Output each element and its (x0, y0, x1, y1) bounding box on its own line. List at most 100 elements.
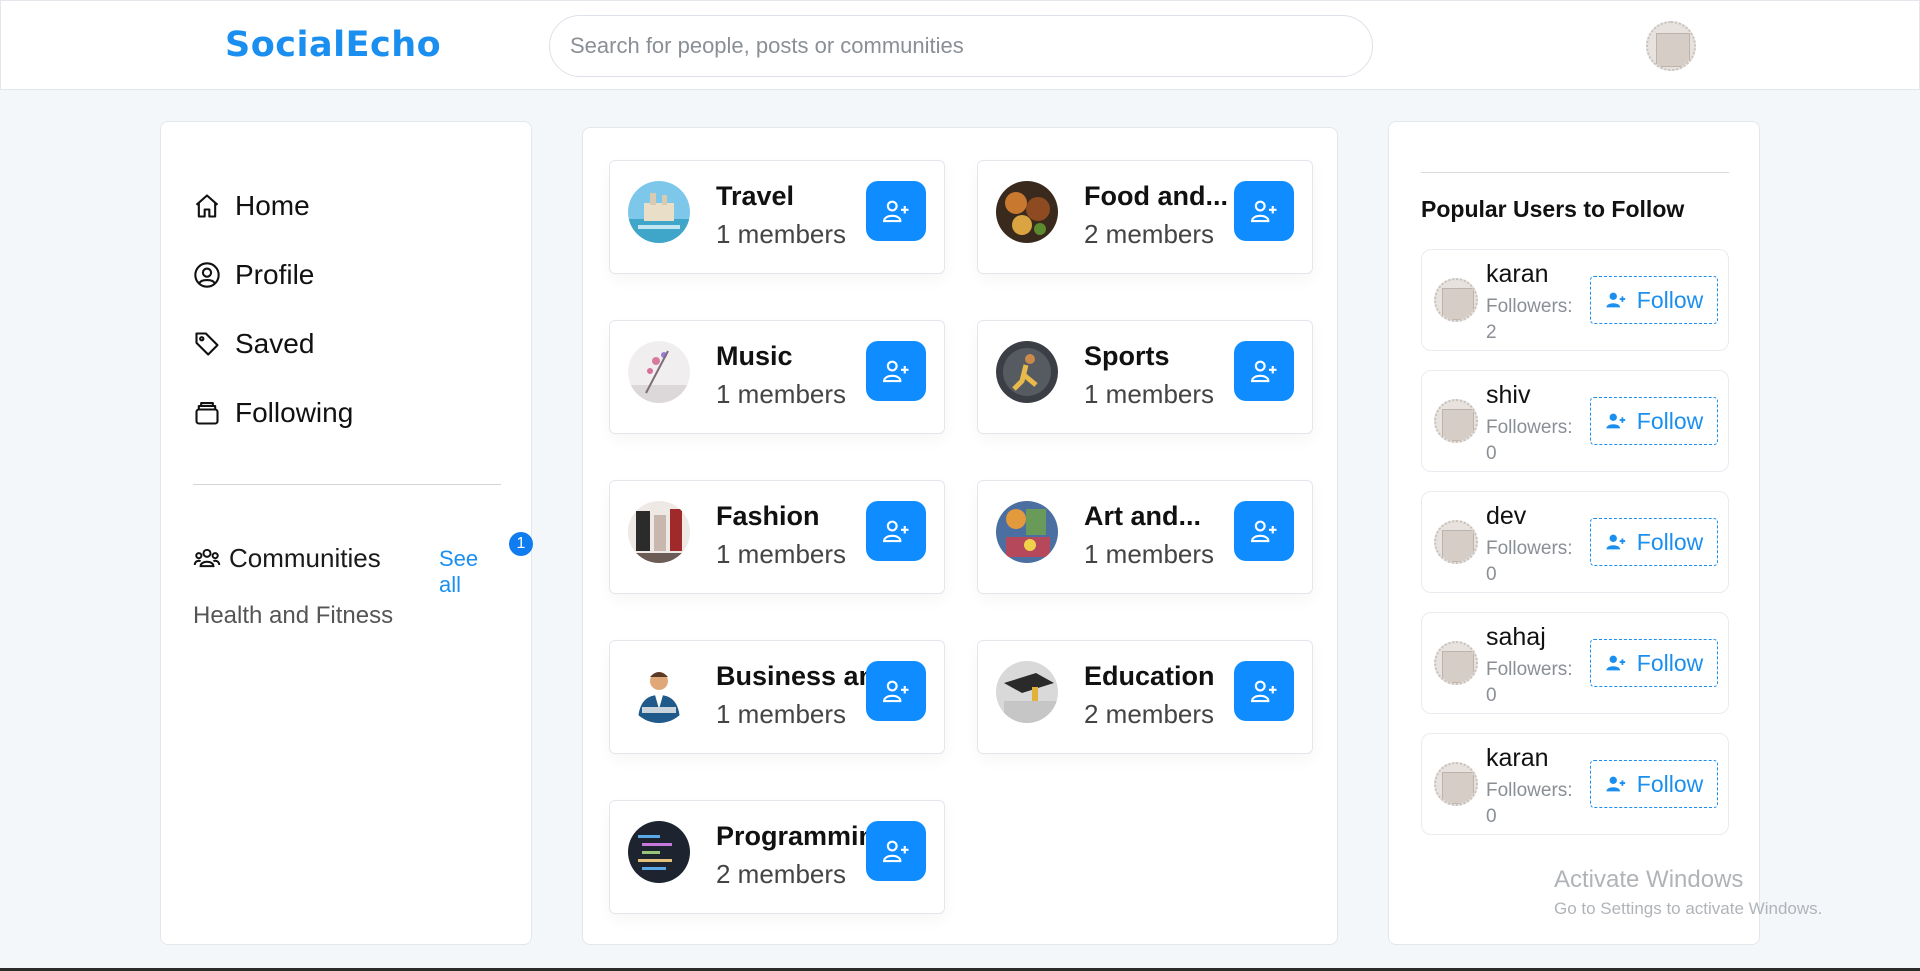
fashion-image (628, 501, 690, 563)
user-plus-icon (1251, 200, 1277, 223)
nav-label: Following (235, 397, 354, 428)
join-community-button[interactable] (1234, 661, 1294, 721)
user-plus-icon (883, 200, 909, 223)
programming-image (628, 821, 690, 883)
user-plus-icon (1606, 292, 1625, 308)
folder-stack-icon (195, 402, 219, 425)
user-avatar[interactable] (1434, 762, 1478, 806)
user-name[interactable]: karan (1486, 260, 1549, 289)
join-community-button[interactable] (866, 341, 926, 401)
user-name[interactable]: karan (1486, 744, 1549, 773)
user-avatar[interactable] (1434, 520, 1478, 564)
user-name[interactable]: dev (1486, 502, 1526, 531)
community-card[interactable]: Food and... 2 members (977, 160, 1313, 274)
popular-users-panel: Popular Users to Follow karan Followers:… (1388, 121, 1760, 945)
join-community-button[interactable] (1234, 341, 1294, 401)
user-avatar[interactable] (1434, 641, 1478, 685)
user-plus-icon (1606, 655, 1625, 671)
nav-item-home[interactable]: Home (193, 186, 310, 226)
community-members: 2 members (1084, 219, 1215, 249)
user-avatar[interactable] (1434, 278, 1478, 322)
community-name: Education (1084, 661, 1215, 691)
communities-label: Communities (229, 542, 381, 573)
user-avatar[interactable] (1434, 399, 1478, 443)
community-name: Food and... (1084, 181, 1228, 211)
user-plus-icon (883, 520, 909, 543)
profile-avatar[interactable] (1646, 21, 1696, 71)
music-image (628, 341, 690, 403)
community-members: 1 members (716, 699, 847, 729)
tag-icon (195, 332, 219, 356)
followers-label: Followers: (1486, 659, 1573, 680)
community-members: 2 members (1084, 699, 1215, 729)
app-logo[interactable]: SocialEcho (225, 25, 441, 65)
user-card: karan Followers: 0 Follow (1421, 733, 1729, 835)
community-name: Sports (1084, 341, 1170, 371)
nav-item-profile[interactable]: Profile (193, 255, 314, 295)
activate-windows-title: Activate Windows (1554, 866, 1744, 893)
popular-users-title: Popular Users to Follow (1421, 196, 1685, 222)
join-community-button[interactable] (866, 661, 926, 721)
user-plus-icon (1251, 680, 1277, 703)
join-community-button[interactable] (866, 821, 926, 881)
joined-community-item[interactable]: Health and Fitness (193, 602, 393, 630)
followers-count: 0 (1486, 685, 1497, 706)
join-community-button[interactable] (866, 501, 926, 561)
nav-label: Home (235, 190, 310, 221)
community-card[interactable]: Programming 2 members (609, 800, 945, 914)
follow-button[interactable]: Follow (1590, 639, 1718, 687)
followers-label: Followers: (1486, 780, 1573, 801)
community-name: Business and (716, 661, 886, 691)
community-name: Music (716, 341, 793, 371)
art-image (996, 501, 1058, 563)
follow-button[interactable]: Follow (1590, 397, 1718, 445)
follow-button[interactable]: Follow (1590, 760, 1718, 808)
user-card: sahaj Followers: 0 Follow (1421, 612, 1729, 714)
community-card[interactable]: Art and... 1 members (977, 480, 1313, 594)
join-community-button[interactable] (866, 181, 926, 241)
followers-count: 2 (1486, 322, 1497, 343)
home-icon (195, 194, 219, 218)
community-card[interactable]: Education 2 members (977, 640, 1313, 754)
user-card: dev Followers: 0 Follow (1421, 491, 1729, 593)
user-plus-icon (1251, 360, 1277, 383)
follow-label: Follow (1636, 528, 1704, 555)
search-input[interactable] (549, 15, 1373, 77)
followers-label: Followers: (1486, 296, 1573, 317)
see-all-link[interactable]: See all (439, 546, 501, 598)
community-name: Travel (716, 181, 795, 211)
community-members: 1 members (716, 539, 847, 569)
join-community-button[interactable] (1234, 181, 1294, 241)
user-name[interactable]: shiv (1486, 381, 1530, 410)
community-card[interactable]: Travel 1 members (609, 160, 945, 274)
follow-label: Follow (1636, 770, 1704, 797)
community-card[interactable]: Business and 1 members (609, 640, 945, 754)
community-name: Programming (716, 821, 886, 851)
follow-button[interactable]: Follow (1590, 276, 1718, 324)
community-card[interactable]: Sports 1 members (977, 320, 1313, 434)
followers-label: Followers: (1486, 417, 1573, 438)
user-plus-icon (1606, 413, 1625, 429)
user-plus-icon (1251, 520, 1277, 543)
left-sidebar: Home Profile Saved Following Communities… (160, 121, 533, 945)
communities-grid: Travel 1 members Food and... 2 members M… (582, 127, 1338, 945)
followers-count: 0 (1486, 443, 1497, 464)
users-group-icon (193, 548, 221, 568)
community-members: 1 members (1084, 379, 1215, 409)
nav-item-saved[interactable]: Saved (193, 324, 314, 364)
travel-image (628, 181, 690, 243)
user-name[interactable]: sahaj (1486, 623, 1546, 652)
community-members: 1 members (716, 379, 847, 409)
join-community-button[interactable] (1234, 501, 1294, 561)
community-card[interactable]: Music 1 members (609, 320, 945, 434)
communities-count-badge: 1 (509, 532, 533, 556)
food-image (996, 181, 1058, 243)
community-name: Fashion (716, 501, 820, 531)
user-plus-icon (883, 840, 909, 863)
community-card[interactable]: Fashion 1 members (609, 480, 945, 594)
follow-button[interactable]: Follow (1590, 518, 1718, 566)
user-card: karan Followers: 2 Follow (1421, 249, 1729, 351)
community-members: 2 members (716, 859, 847, 889)
user-plus-icon (883, 680, 909, 703)
nav-item-following[interactable]: Following (193, 393, 353, 433)
